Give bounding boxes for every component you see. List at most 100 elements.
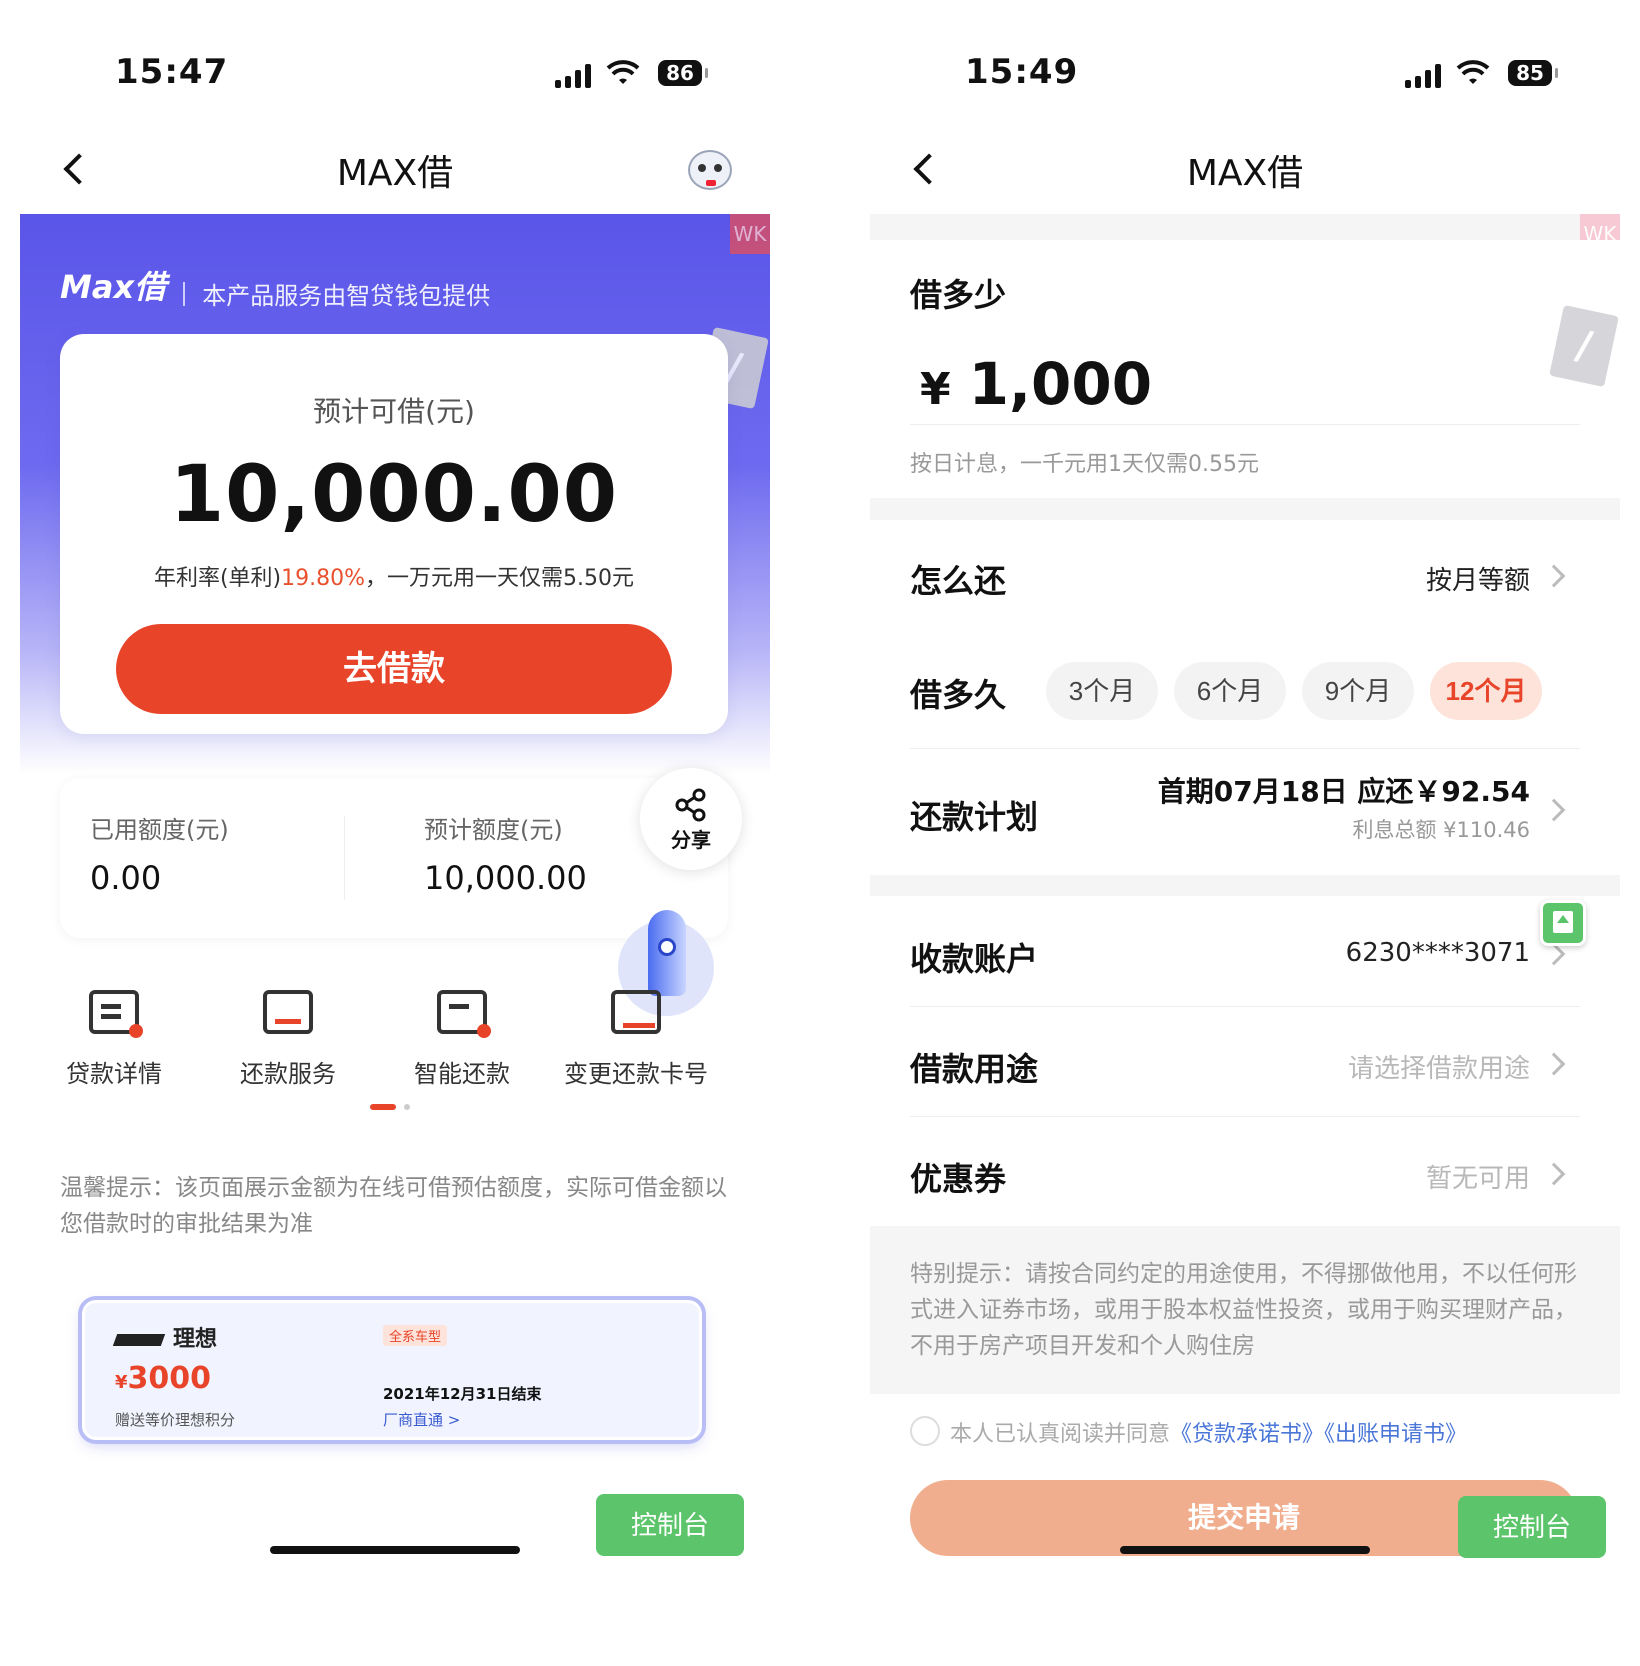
wifi-icon [606, 60, 640, 84]
promo-end-date: 2021年12月31日结束 [383, 1385, 542, 1403]
coupon-row[interactable]: 优惠券 暂无可用 [910, 1154, 1580, 1204]
right-screen: 15:49 85 MAX借 WK 借多少 ¥1,000 按日计息，一千元用1天仅… [870, 0, 1620, 1666]
chevron-right-icon [1542, 564, 1566, 588]
chevron-right-icon [1542, 1162, 1566, 1186]
brand-description: 本产品服务由智贷钱包提供 [202, 282, 491, 310]
console-button[interactable]: 控制台 [1458, 1496, 1606, 1558]
status-bar: 15:47 86 [20, 50, 770, 100]
warm-tip: 温馨提示：该页面展示金额为在线可借预估额度，实际可借金额以您借款时的审批结果为准 [60, 1175, 727, 1237]
repay-method-label: 怎么还 [910, 562, 1007, 600]
status-time: 15:49 [965, 52, 1079, 92]
change-card-icon [611, 990, 661, 1034]
menu-pager [370, 1096, 410, 1115]
home-indicator[interactable] [1120, 1546, 1370, 1554]
menu-item-repay-service[interactable]: 还款服务 [198, 990, 378, 1089]
brand-logo: Max借 [60, 268, 167, 306]
account-label: 收款账户 [910, 940, 1039, 978]
menu-item-loan-detail[interactable]: 贷款详情 [24, 990, 204, 1089]
nav-bar: MAX借 [20, 130, 770, 210]
term-option-3[interactable]: 3个月 [1046, 662, 1158, 720]
interest-note: 按日计息，一千元用1天仅需0.55元 [910, 452, 1259, 477]
chevron-right-icon [1542, 798, 1566, 822]
smart-repay-icon [437, 990, 491, 1038]
divider [910, 424, 1580, 425]
status-bar: 15:49 85 [870, 50, 1620, 100]
page-title: MAX借 [1186, 153, 1304, 194]
nav-bar: MAX借 [870, 130, 1620, 210]
borrow-button[interactable]: 去借款 [116, 624, 672, 714]
rate-line: 年利率(单利)19.80%，一万元用一天仅需5.50元 [60, 560, 728, 592]
menu-item-label: 变更还款卡号 [564, 1060, 708, 1088]
loan-card: 预计可借(元) 10,000.00 年利率(单利)19.80%，一万元用一天仅需… [60, 334, 728, 734]
pager-dot [404, 1103, 410, 1110]
menu-item-change-card[interactable]: 变更还款卡号 [546, 990, 726, 1089]
used-quota: 已用额度(元) 0.00 [90, 810, 229, 897]
menu-item-label: 还款服务 [240, 1060, 336, 1088]
agree-checkbox[interactable] [910, 1416, 940, 1446]
brand-divider [183, 281, 186, 306]
amount-value: 1,000 [968, 350, 1153, 418]
term-row: 借多久 3个月 6个月 9个月 12个月 [910, 662, 1580, 722]
brand-row: Max借 本产品服务由智贷钱包提供 [60, 262, 490, 310]
used-quota-value: 0.00 [90, 859, 162, 897]
account-section: 收款账户 6230****3071 借款用途 请选择借款用途 优惠券 暂无可用 [870, 896, 1620, 1226]
estimated-quota: 预计额度(元) 10,000.00 [424, 810, 587, 897]
promo-price: ¥3000 [115, 1361, 212, 1396]
loan-amount-label: 预计可借(元) [313, 395, 475, 428]
estimated-quota-value: 10,000.00 [424, 859, 587, 897]
estimated-quota-label: 预计额度(元) [424, 816, 563, 844]
divider [910, 1116, 1580, 1117]
promo-brand: 理想 [112, 1321, 217, 1353]
term-option-6[interactable]: 6个月 [1174, 662, 1286, 720]
menu-item-smart-repay[interactable]: 智能还款 [372, 990, 552, 1089]
repay-method-value: 按月等额 [1425, 566, 1530, 596]
console-button[interactable]: 控制台 [596, 1494, 744, 1556]
home-indicator[interactable] [270, 1546, 520, 1554]
loan-detail-icon [89, 990, 143, 1038]
term-option-9[interactable]: 9个月 [1302, 662, 1414, 720]
promo-tag: 全系车型 [383, 1325, 448, 1346]
li-auto-logo [112, 1334, 166, 1346]
chevron-right-icon [1542, 942, 1566, 966]
share-label: 分享 [671, 828, 711, 852]
used-quota-label: 已用额度(元) [90, 816, 229, 844]
loan-amount-value: 10,000.00 [169, 450, 619, 540]
loan-commitment-link[interactable]: 《贷款承诺书》 [1170, 1422, 1324, 1447]
divider [910, 748, 1580, 749]
coupon-label: 优惠券 [910, 1160, 1007, 1198]
pager-dot-active [370, 1103, 396, 1110]
menu-item-label: 贷款详情 [66, 1060, 162, 1088]
upload-icon[interactable] [1540, 900, 1586, 946]
promo-banner[interactable]: 理想 全系车型 ¥3000 赠送等价理想积分 2021年12月31日结束 厂商直… [82, 1300, 702, 1440]
repay-service-icon [263, 990, 313, 1034]
share-icon [675, 788, 706, 822]
promo-link[interactable]: 厂商直通 > [383, 1409, 460, 1430]
repay-plan-row[interactable]: 还款计划 首期07月18日 应还￥92.54 利息总额 ¥110.46 [910, 770, 1580, 850]
term-label: 借多久 [910, 676, 1007, 714]
withdrawal-application-link[interactable]: 《出账申请书》 [1324, 1422, 1467, 1447]
agreement-text: 本人已认真阅读并同意《贷款承诺书》《出账申请书》 [950, 1422, 1468, 1447]
purpose-row[interactable]: 借款用途 请选择借款用途 [910, 1044, 1580, 1094]
repay-method-row[interactable]: 怎么还 按月等额 [910, 556, 1580, 606]
chevron-right-icon [1542, 1052, 1566, 1076]
battery-indicator: 86 [658, 60, 708, 86]
term-option-12[interactable]: 12个月 [1430, 662, 1542, 720]
left-screen: 15:47 86 MAX借 WK Max借 本产品服务由智贷钱包提供 / 预计可… [20, 0, 770, 1666]
rate-prefix: 年利率(单利) [153, 566, 282, 591]
mascot-icon[interactable] [688, 150, 732, 190]
repay-plan-label: 还款计划 [910, 798, 1039, 836]
coupon-value: 暂无可用 [1425, 1164, 1530, 1194]
purpose-label: 借款用途 [910, 1050, 1039, 1088]
amount-label: 借多少 [910, 276, 1007, 314]
rate-suffix: ，一万元用一天仅需5.50元 [365, 566, 635, 591]
amount-input[interactable]: ¥1,000 [920, 350, 1152, 418]
currency-symbol: ¥ [920, 364, 951, 415]
amount-section: 借多少 ¥1,000 按日计息，一千元用1天仅需0.55元 / [870, 240, 1620, 498]
total-interest: 利息总额 ¥110.46 [1352, 818, 1530, 842]
wifi-icon [1456, 60, 1490, 84]
account-row[interactable]: 收款账户 6230****3071 [910, 934, 1580, 984]
purpose-placeholder: 请选择借款用途 [1347, 1054, 1530, 1084]
signal-icon [1405, 62, 1445, 88]
share-button[interactable]: 分享 [640, 768, 742, 870]
menu-item-label: 智能还款 [414, 1060, 510, 1088]
